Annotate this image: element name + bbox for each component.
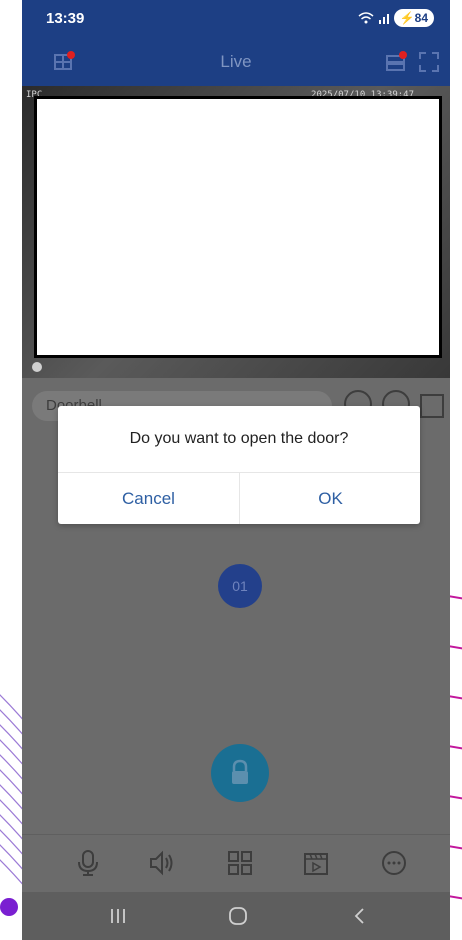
playback-icon[interactable] (302, 849, 330, 877)
decorative-dot (0, 898, 18, 916)
video-indicator (32, 362, 42, 372)
lock-icon (232, 759, 248, 784)
ok-button[interactable]: OK (240, 473, 421, 524)
charging-icon: ⚡ (399, 11, 415, 25)
close-channel-icon[interactable] (420, 394, 444, 418)
battery-indicator: ⚡84 (393, 9, 434, 27)
unlock-button[interactable] (211, 744, 269, 802)
status-bar: 13:39 ⚡84 (22, 0, 450, 40)
system-nav-bar (22, 892, 450, 940)
fullscreen-icon[interactable] (418, 51, 440, 73)
home-icon[interactable] (228, 906, 248, 926)
live-video[interactable]: IPC 2025/07/10 13:39:47 (22, 86, 450, 378)
grid-layout-icon[interactable] (226, 849, 254, 877)
status-indicators: ⚡84 (358, 9, 434, 27)
cancel-button[interactable]: Cancel (58, 473, 239, 524)
signal-icon (378, 14, 389, 24)
bottom-toolbar (22, 834, 450, 893)
recorder-icon[interactable] (386, 51, 408, 73)
wifi-icon (358, 12, 374, 24)
speaker-icon[interactable] (148, 849, 176, 877)
microphone-icon[interactable] (74, 849, 102, 877)
channel-badge[interactable]: 01 (218, 564, 262, 608)
status-time: 13:39 (46, 10, 85, 27)
confirm-dialog: Do you want to open the door? Cancel OK (58, 406, 420, 524)
battery-level: 84 (414, 11, 428, 25)
recents-icon[interactable] (108, 906, 128, 926)
dialog-message: Do you want to open the door? (129, 430, 349, 447)
more-icon[interactable] (380, 849, 408, 877)
video-redaction (34, 96, 442, 358)
back-icon[interactable] (350, 906, 370, 926)
app-bar: Live (22, 40, 450, 86)
